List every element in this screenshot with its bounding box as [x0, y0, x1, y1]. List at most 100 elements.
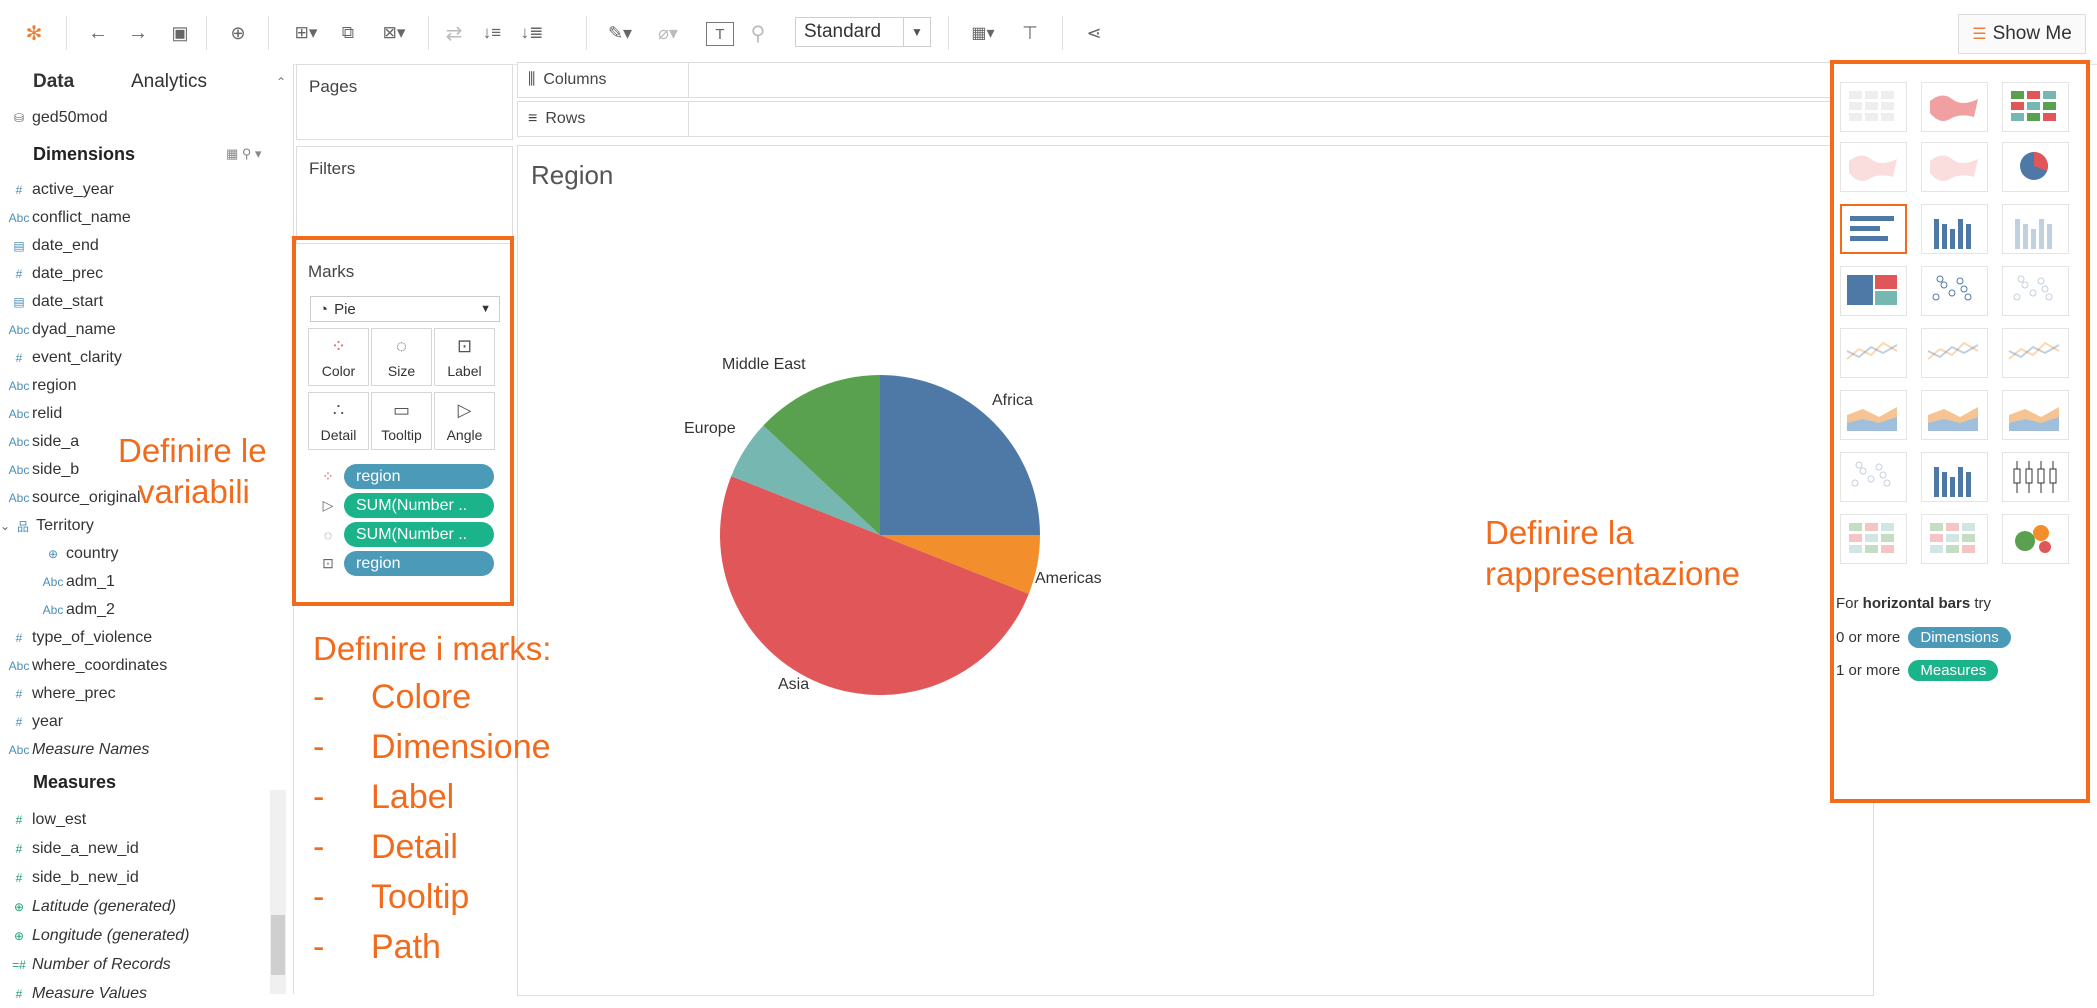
marks-pill-size[interactable]: SUM(Number .. [344, 522, 494, 547]
field-row[interactable]: Abc conflict_name [6, 204, 131, 232]
view-size-select[interactable]: Standard ▼ [795, 17, 931, 47]
clear-icon[interactable]: ⊠▾ [374, 18, 414, 48]
angle-button[interactable]: ▷ Angle [434, 392, 495, 450]
show-me-side-by-side-circles-icon[interactable] [2002, 266, 2069, 316]
show-me-stacked-bars-icon[interactable] [1921, 204, 1988, 254]
show-me-highlight-table-icon[interactable] [2002, 82, 2069, 132]
detail-label: Detail [320, 426, 357, 443]
field-type-icon: # [15, 842, 23, 856]
save-icon[interactable]: ▣ [166, 18, 194, 48]
sort-asc-icon[interactable]: ↓≡ [478, 18, 506, 48]
measures-header: Measures [33, 772, 117, 792]
field-row[interactable]: # where_prec [6, 680, 116, 708]
field-row[interactable]: ▤ date_start [6, 288, 103, 316]
label-button[interactable]: ⊡ Label [434, 328, 495, 386]
show-me-area-discrete-icon[interactable] [1921, 390, 1988, 440]
field-row[interactable]: # year [6, 708, 63, 736]
field-name: active_year [32, 181, 114, 198]
field-row[interactable]: ⌄ 品 Territory [0, 512, 94, 540]
swap-icon[interactable]: ⇄ [440, 18, 468, 48]
show-me-packed-bubbles-icon[interactable] [2002, 514, 2069, 564]
field-row[interactable]: Abc adm_2 [40, 596, 115, 624]
marks-pill-color[interactable]: region [344, 464, 494, 489]
pin-icon[interactable]: ⚲ [744, 18, 772, 48]
show-me-filled-map-icon[interactable] [1921, 142, 1988, 192]
columns-shelf[interactable]: ⫼ Columns [517, 62, 1839, 98]
field-row[interactable]: # side_b_new_id [6, 864, 139, 892]
search-icon[interactable]: ▦ ⚲ ▾ [226, 146, 262, 162]
field-row[interactable]: # event_clarity [6, 344, 122, 372]
show-me-dual-combination-icon[interactable] [2002, 390, 2069, 440]
chevron-down-icon[interactable]: ⌄ [0, 519, 10, 533]
pane-menu-icon[interactable]: ⌃ [276, 64, 286, 100]
size-button[interactable]: ◌ Size [371, 328, 432, 386]
tableau-logo-icon[interactable]: ✻ [20, 18, 48, 48]
field-row[interactable]: # low_est [6, 806, 87, 834]
field-row[interactable]: ▤ date_end [6, 232, 98, 260]
show-me-dual-lines-icon[interactable] [2002, 328, 2069, 378]
show-me-scatter-plot-icon[interactable] [1840, 452, 1907, 502]
show-me-area-continuous-icon[interactable] [1840, 390, 1907, 440]
share-icon[interactable]: ⋖ [1080, 18, 1108, 48]
show-me-button[interactable]: ☰ Show Me [1958, 14, 2086, 54]
show-me-histogram-icon[interactable] [1921, 452, 1988, 502]
columns-icon: ⫼ [528, 71, 536, 88]
show-me-gantt-icon[interactable] [1840, 514, 1907, 564]
mark-type-select[interactable]: ◔ Pie ▼ [310, 296, 500, 322]
field-row[interactable]: =# Number of Records [6, 951, 171, 979]
show-me-bullet-graph-icon[interactable] [1921, 514, 1988, 564]
sort-desc-icon[interactable]: ↓≣ [518, 18, 546, 48]
field-row[interactable]: Abc where_coordinates [6, 652, 168, 680]
label-icon[interactable]: T [706, 22, 734, 46]
group-icon[interactable]: ⌀▾ [648, 18, 688, 48]
datasource[interactable]: ⛁ ged50mod [6, 104, 108, 132]
pie-label: Asia [778, 676, 810, 693]
show-me-lines-discrete-icon[interactable] [1921, 328, 1988, 378]
show-me-circle-views-icon[interactable] [1921, 266, 1988, 316]
pages-shelf[interactable]: Pages [296, 64, 513, 140]
show-me-horizontal-bars-icon[interactable] [1840, 204, 1907, 254]
highlight-icon[interactable]: ✎▾ [600, 18, 640, 48]
tooltip-button[interactable]: ▭ Tooltip [371, 392, 432, 450]
field-row[interactable]: Abc adm_1 [40, 568, 115, 596]
show-me-treemap-icon[interactable] [1840, 266, 1907, 316]
show-me-lines-continuous-icon[interactable] [1840, 328, 1907, 378]
duplicate-icon[interactable]: ⧉ [334, 18, 362, 48]
marks-pill-label[interactable]: region [344, 551, 494, 576]
undo-icon[interactable]: ← [84, 18, 112, 48]
redo-icon[interactable]: → [124, 18, 152, 48]
presentation-icon[interactable]: ⊤ [1016, 18, 1044, 48]
show-me-box-and-whisker-icon[interactable] [2002, 452, 2069, 502]
show-me-symbol-map-icon[interactable] [1840, 142, 1907, 192]
field-row[interactable]: # type_of_violence [6, 624, 152, 652]
field-row[interactable]: Abc Measure Names [6, 736, 150, 764]
field-row[interactable]: Abc relid [6, 400, 63, 428]
field-row[interactable]: Abc region [6, 372, 77, 400]
marks-pill-angle[interactable]: SUM(Number .. [344, 493, 494, 518]
field-row[interactable]: ⊕ country [40, 540, 119, 568]
field-row[interactable]: # active_year [6, 176, 114, 204]
show-me-heat-map-icon[interactable] [1921, 82, 1988, 132]
tab-data[interactable]: Data [33, 64, 74, 100]
field-row[interactable]: # Measure Values [6, 980, 147, 1008]
field-row[interactable]: ⊕ Latitude (generated) [6, 893, 176, 921]
show-me-text-table-icon[interactable] [1840, 82, 1907, 132]
new-datasource-icon[interactable]: ⊕ [224, 18, 252, 48]
field-row[interactable]: Abc side_b [6, 456, 80, 484]
field-row[interactable]: Abc side_a [6, 428, 80, 456]
field-row[interactable]: Abc dyad_name [6, 316, 116, 344]
bar-chart-icon: ☰ [1972, 26, 1987, 43]
scrollbar-thumb[interactable] [271, 915, 285, 975]
tab-analytics[interactable]: Analytics [131, 64, 207, 100]
field-row[interactable]: # date_prec [6, 260, 104, 288]
filters-shelf[interactable]: Filters [296, 146, 513, 244]
new-worksheet-icon[interactable]: ⊞▾ [286, 18, 326, 48]
rows-shelf[interactable]: ≡ Rows [517, 101, 1839, 137]
show-me-side-by-side-bars-icon[interactable] [2002, 204, 2069, 254]
color-button[interactable]: ⁘ Color [308, 328, 369, 386]
show-me-pie-icon[interactable] [2002, 142, 2069, 192]
field-row[interactable]: ⊕ Longitude (generated) [6, 922, 189, 950]
field-row[interactable]: # side_a_new_id [6, 835, 139, 863]
detail-button[interactable]: ∴ Detail [308, 392, 369, 450]
fit-icon[interactable]: ▦▾ [962, 18, 1004, 48]
